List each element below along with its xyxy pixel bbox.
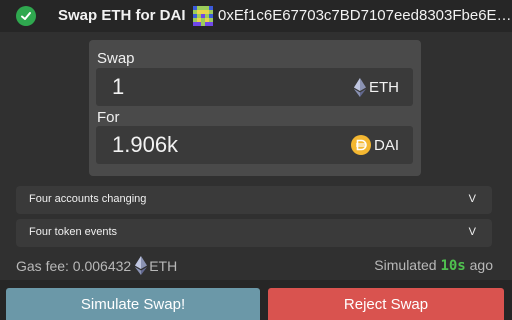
token-events-section[interactable]: Four token events V [16, 219, 492, 247]
simulated-seconds: 10s [440, 258, 466, 274]
swap-label: Swap [97, 50, 135, 67]
identicon-icon [193, 6, 213, 26]
chevron-down-icon: V [468, 226, 476, 238]
simulated-status: Simulated 10s ago [374, 257, 493, 274]
header-bar: Swap ETH for DAI 0xEf1c6E67703c7BD7107ee… [0, 0, 512, 32]
eth-icon [354, 78, 366, 97]
wallet-address[interactable]: 0xEf1c6E67703c7BD7107eed8303Fbe6E… [218, 7, 512, 24]
chevron-down-icon: V [468, 193, 476, 205]
gas-fee: Gas fee: 0.006432 ETH [16, 256, 177, 275]
reject-swap-button[interactable]: Reject Swap [268, 288, 504, 320]
token-events-label: Four token events [29, 226, 118, 238]
swap-token-label: ETH [369, 79, 399, 96]
accounts-changing-section[interactable]: Four accounts changing V [16, 186, 492, 214]
gas-fee-token: ETH [149, 257, 178, 274]
simulated-prefix: Simulated [374, 257, 437, 273]
for-token: DAI [350, 135, 399, 155]
swap-amount: 1 [112, 74, 125, 99]
for-label: For [97, 109, 120, 126]
for-amount-field: 1.906k DAI [96, 126, 413, 164]
dai-icon [350, 135, 371, 155]
accounts-changing-label: Four accounts changing [29, 193, 147, 205]
for-amount: 1.906k [112, 132, 179, 157]
swap-card: Swap 1 ETH For 1.906k DAI [89, 40, 421, 176]
simulate-swap-button[interactable]: Simulate Swap! [6, 288, 260, 320]
swap-token: ETH [354, 78, 399, 97]
simulated-suffix: ago [469, 257, 493, 273]
page-title: Swap ETH for DAI [58, 7, 186, 24]
for-token-label: DAI [373, 136, 399, 154]
check-icon [16, 6, 36, 26]
eth-icon [135, 256, 148, 275]
swap-amount-field: 1 ETH [96, 68, 413, 106]
gas-fee-label: Gas fee: 0.006432 [16, 257, 132, 274]
